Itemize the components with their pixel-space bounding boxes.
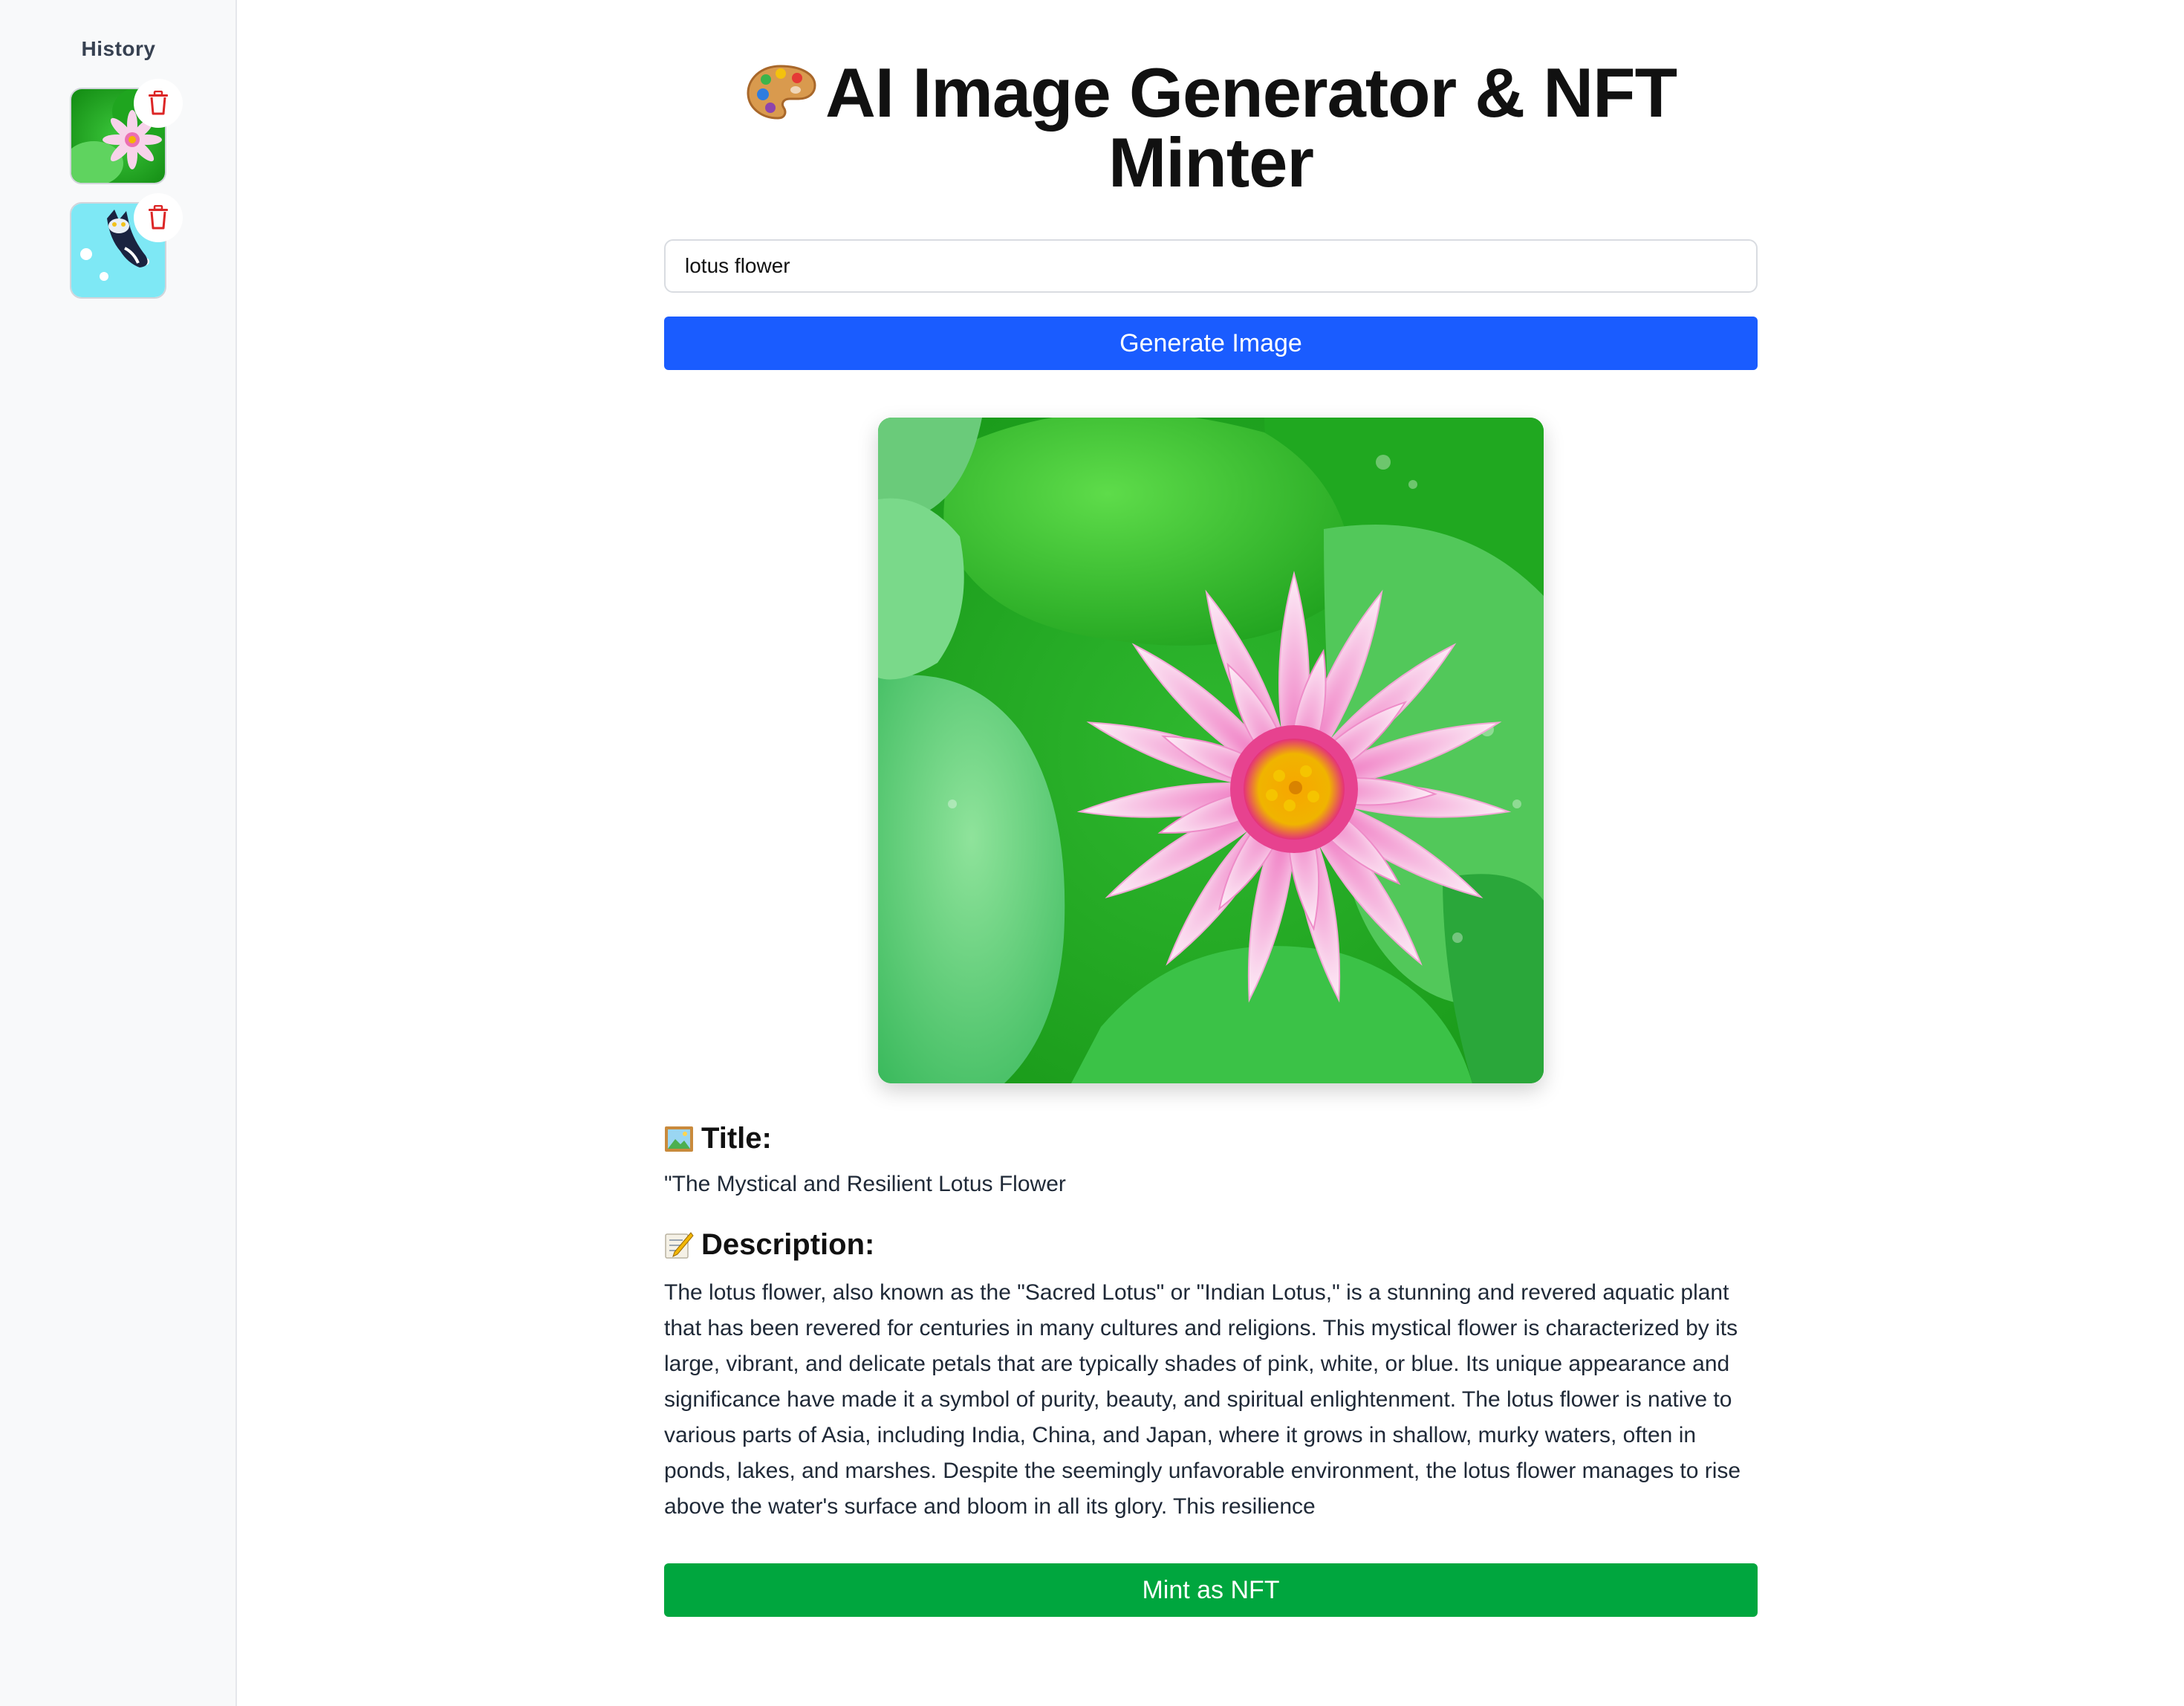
title-heading-label: Title: bbox=[701, 1122, 772, 1155]
generate-image-button[interactable]: Generate Image bbox=[664, 317, 1758, 370]
delete-history-button[interactable] bbox=[134, 193, 183, 242]
generated-title: "The Mystical and Resilient Lotus Flower bbox=[664, 1172, 1066, 1196]
history-item[interactable] bbox=[70, 193, 183, 299]
prompt-input[interactable] bbox=[664, 239, 1758, 293]
description-heading-label: Description: bbox=[701, 1228, 875, 1261]
main-content: AI Image Generator & NFT Minter Generate… bbox=[664, 0, 1758, 1617]
trash-icon bbox=[149, 91, 168, 115]
page-title: AI Image Generator & NFT Minter bbox=[664, 58, 1758, 198]
generated-image bbox=[878, 418, 1544, 1083]
page-title-text: AI Image Generator & NFT Minter bbox=[825, 53, 1677, 201]
mint-nft-button[interactable]: Mint as NFT bbox=[664, 1563, 1758, 1617]
history-sidebar: History bbox=[0, 0, 237, 1706]
generated-description: The lotus flower, also known as the "Sac… bbox=[664, 1280, 1741, 1519]
description-heading: Description: bbox=[664, 1228, 1758, 1262]
history-item[interactable] bbox=[70, 79, 183, 184]
history-title: History bbox=[81, 37, 156, 60]
title-heading: Title: bbox=[664, 1122, 1758, 1155]
trash-icon bbox=[149, 205, 168, 230]
delete-history-button[interactable] bbox=[134, 79, 183, 128]
memo-icon bbox=[665, 1231, 694, 1259]
palette-icon bbox=[747, 65, 816, 120]
framed-picture-icon bbox=[665, 1126, 693, 1152]
app-root: History AI Image Generator & NFT Minter … bbox=[0, 0, 2184, 1706]
